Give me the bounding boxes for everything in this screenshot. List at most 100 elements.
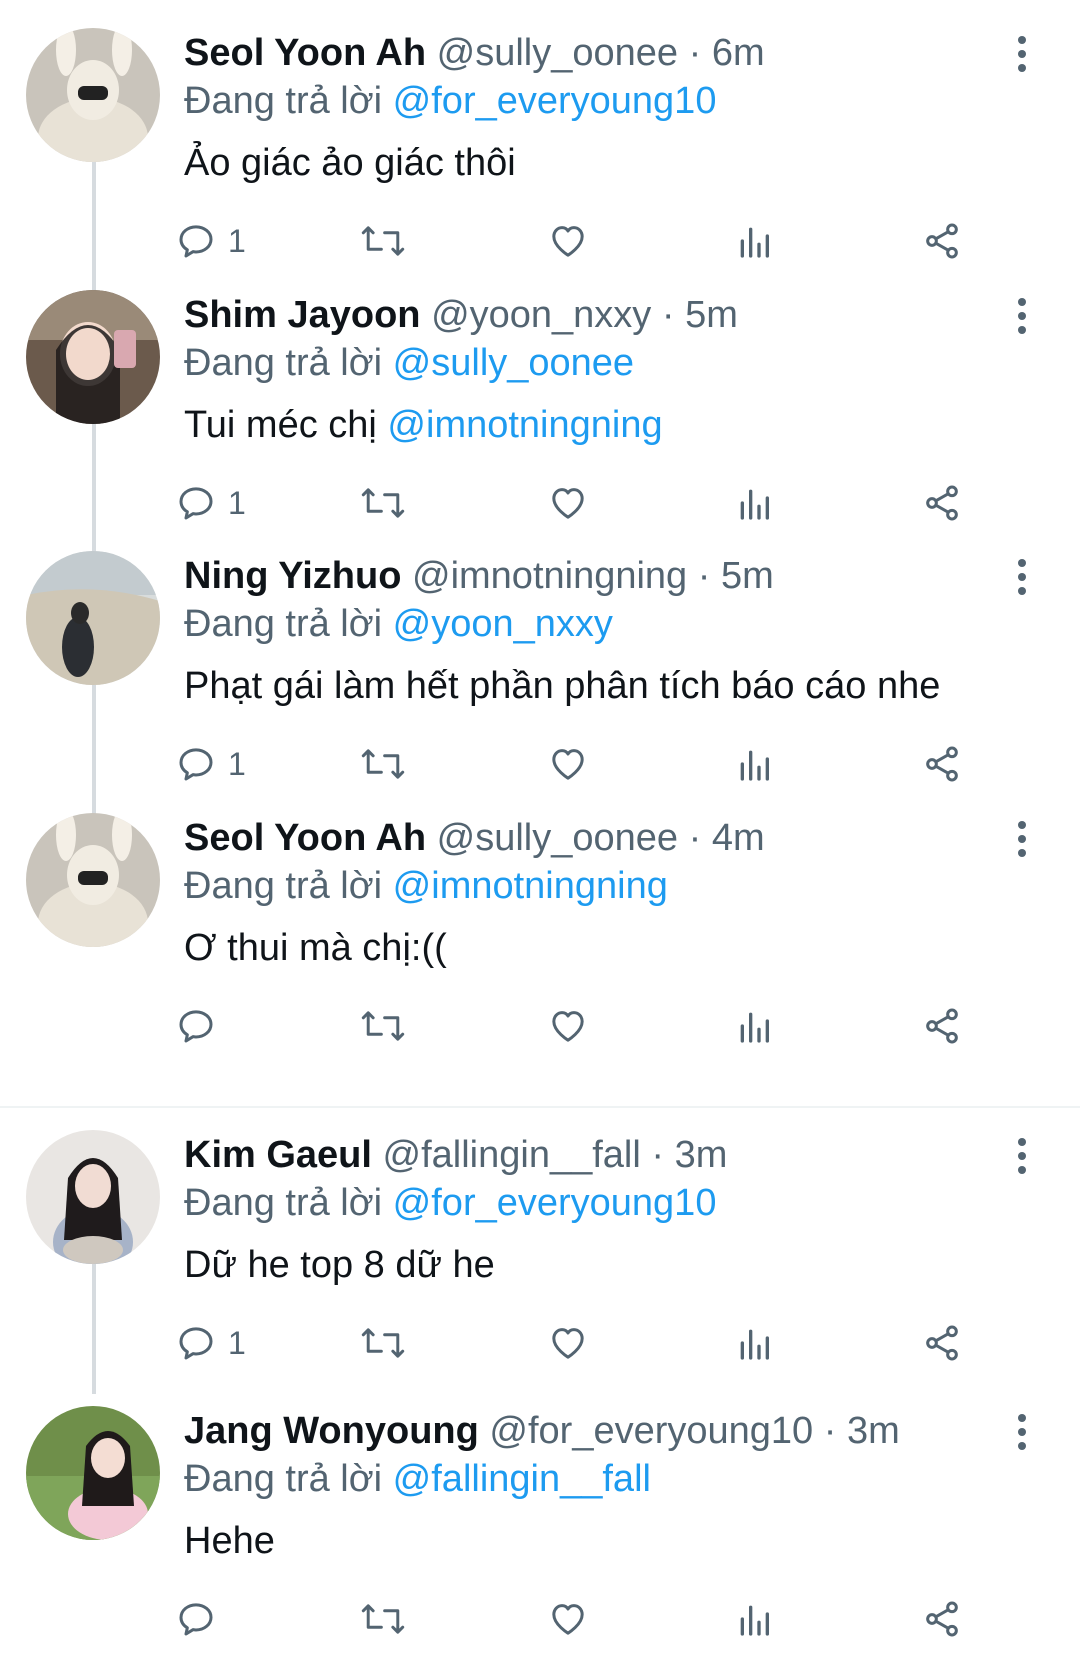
share-button[interactable] bbox=[922, 216, 962, 266]
like-button[interactable] bbox=[548, 478, 588, 528]
replying-mention[interactable]: @imnotningning bbox=[393, 865, 668, 907]
timestamp[interactable]: 3m bbox=[847, 1410, 900, 1452]
display-name[interactable]: Shim Jayoon bbox=[184, 294, 421, 336]
tweet-body: Tui méc chị bbox=[184, 404, 377, 446]
replying-mention[interactable]: @fallingin__fall bbox=[393, 1458, 651, 1500]
retweet-button[interactable] bbox=[360, 1001, 406, 1051]
share-button[interactable] bbox=[922, 478, 962, 528]
avatar[interactable] bbox=[26, 551, 160, 685]
like-button[interactable] bbox=[548, 1318, 588, 1368]
replying-mention[interactable]: @for_everyoung10 bbox=[393, 80, 717, 122]
tweet-header: Kim Gaeul @fallingin__fall · 3m bbox=[184, 1130, 727, 1180]
like-button[interactable] bbox=[548, 1594, 588, 1644]
like-button[interactable] bbox=[548, 1001, 588, 1051]
tweet[interactable]: Shim Jayoon @yoon_nxxy · 5m Đang trả lời… bbox=[0, 290, 1080, 554]
display-name[interactable]: Kim Gaeul bbox=[184, 1134, 372, 1176]
separator-dot: · bbox=[651, 1134, 665, 1176]
avatar[interactable] bbox=[26, 28, 160, 162]
replying-mention[interactable]: @sully_oonee bbox=[393, 342, 634, 384]
replying-to: Đang trả lời @imnotningning bbox=[184, 861, 668, 911]
retweet-button[interactable] bbox=[360, 478, 406, 528]
timestamp[interactable]: 3m bbox=[675, 1134, 728, 1176]
tweet[interactable]: Kim Gaeul @fallingin__fall · 3m Đang trả… bbox=[0, 1130, 1080, 1394]
like-button[interactable] bbox=[548, 216, 588, 266]
share-button[interactable] bbox=[922, 1001, 962, 1051]
avatar[interactable] bbox=[26, 1406, 160, 1540]
views-icon bbox=[740, 1605, 769, 1636]
share-button[interactable] bbox=[922, 1318, 962, 1368]
reply-count: 1 bbox=[228, 222, 246, 259]
tweet[interactable]: Jang Wonyoung @for_everyoung10 · 3m Đang… bbox=[0, 1406, 1080, 1654]
more-options-button[interactable] bbox=[1010, 819, 1034, 859]
share-icon bbox=[926, 1325, 958, 1361]
display-name[interactable]: Jang Wonyoung bbox=[184, 1410, 479, 1452]
handle[interactable]: @sully_oonee bbox=[437, 32, 678, 74]
handle[interactable]: @fallingin__fall bbox=[383, 1134, 641, 1176]
tweet[interactable]: Ning Yizhuo @imnotningning · 5m Đang trả… bbox=[0, 551, 1080, 815]
more-options-button[interactable] bbox=[1010, 1412, 1034, 1452]
more-options-button[interactable] bbox=[1010, 557, 1034, 597]
views-button[interactable] bbox=[736, 1001, 772, 1051]
tweet[interactable]: Seol Yoon Ah @sully_oonee · 6m Đang trả … bbox=[0, 28, 1080, 292]
display-name[interactable]: Seol Yoon Ah bbox=[184, 817, 426, 859]
like-icon bbox=[552, 226, 584, 257]
timestamp[interactable]: 4m bbox=[712, 817, 765, 859]
retweet-button[interactable] bbox=[360, 216, 406, 266]
like-button[interactable] bbox=[548, 739, 588, 789]
replying-mention[interactable]: @yoon_nxxy bbox=[393, 603, 613, 645]
more-options-button[interactable] bbox=[1010, 34, 1034, 74]
tweet-header: Seol Yoon Ah @sully_oonee · 4m bbox=[184, 813, 765, 863]
display-name[interactable]: Ning Yizhuo bbox=[184, 555, 401, 597]
reply-button[interactable]: 1 bbox=[176, 739, 246, 789]
retweet-button[interactable] bbox=[360, 1594, 406, 1644]
handle[interactable]: @sully_oonee bbox=[437, 817, 678, 859]
display-name[interactable]: Seol Yoon Ah bbox=[184, 32, 426, 74]
tweet-body: Phạt gái làm hết phần phân tích báo cáo … bbox=[184, 665, 941, 707]
reply-icon bbox=[179, 1603, 213, 1636]
handle[interactable]: @yoon_nxxy bbox=[431, 294, 651, 336]
share-button[interactable] bbox=[922, 1594, 962, 1644]
more-options-button[interactable] bbox=[1010, 1136, 1034, 1176]
replying-mention[interactable]: @for_everyoung10 bbox=[393, 1182, 717, 1224]
retweet-button[interactable] bbox=[360, 739, 406, 789]
views-button[interactable] bbox=[736, 739, 772, 789]
reply-button[interactable]: 1 bbox=[176, 216, 246, 266]
handle[interactable]: @imnotningning bbox=[412, 555, 687, 597]
tweet[interactable]: Seol Yoon Ah @sully_oonee · 4m Đang trả … bbox=[0, 813, 1080, 1075]
like-icon bbox=[552, 1604, 584, 1635]
timestamp[interactable]: 5m bbox=[721, 555, 774, 597]
replying-to: Đang trả lời @yoon_nxxy bbox=[184, 599, 613, 649]
views-icon bbox=[740, 1329, 769, 1360]
views-button[interactable] bbox=[736, 216, 772, 266]
timestamp[interactable]: 5m bbox=[685, 294, 738, 336]
handle[interactable]: @for_everyoung10 bbox=[489, 1410, 813, 1452]
retweet-button[interactable] bbox=[360, 1318, 406, 1368]
timestamp[interactable]: 6m bbox=[712, 32, 765, 74]
reply-button[interactable]: 1 bbox=[176, 478, 246, 528]
tweet-mention[interactable]: @imnotningning bbox=[387, 404, 662, 446]
views-button[interactable] bbox=[736, 1318, 772, 1368]
views-button[interactable] bbox=[736, 1594, 772, 1644]
replying-to: Đang trả lời @fallingin__fall bbox=[184, 1454, 651, 1504]
reply-button[interactable] bbox=[176, 1594, 228, 1644]
share-icon bbox=[926, 223, 958, 259]
separator-dot: · bbox=[688, 817, 702, 859]
views-icon bbox=[740, 1012, 769, 1043]
reply-button[interactable] bbox=[176, 1001, 228, 1051]
share-button[interactable] bbox=[922, 739, 962, 789]
reply-button[interactable]: 1 bbox=[176, 1318, 246, 1368]
avatar[interactable] bbox=[26, 290, 160, 424]
share-icon bbox=[926, 1008, 958, 1044]
action-bar bbox=[179, 1594, 1064, 1644]
separator-dot: · bbox=[688, 32, 702, 74]
tweet-text: Hehe bbox=[184, 1516, 275, 1566]
views-button[interactable] bbox=[736, 478, 772, 528]
replying-label: Đang trả lời bbox=[184, 865, 383, 907]
tweet-text: Dữ he top 8 dữ he bbox=[184, 1240, 495, 1290]
avatar[interactable] bbox=[26, 1130, 160, 1264]
more-options-button[interactable] bbox=[1010, 296, 1034, 336]
tweet-text: Tui méc chị @imnotningning bbox=[184, 400, 663, 450]
reply-count: 1 bbox=[228, 1324, 246, 1361]
reply-icon bbox=[179, 487, 213, 520]
avatar[interactable] bbox=[26, 813, 160, 947]
